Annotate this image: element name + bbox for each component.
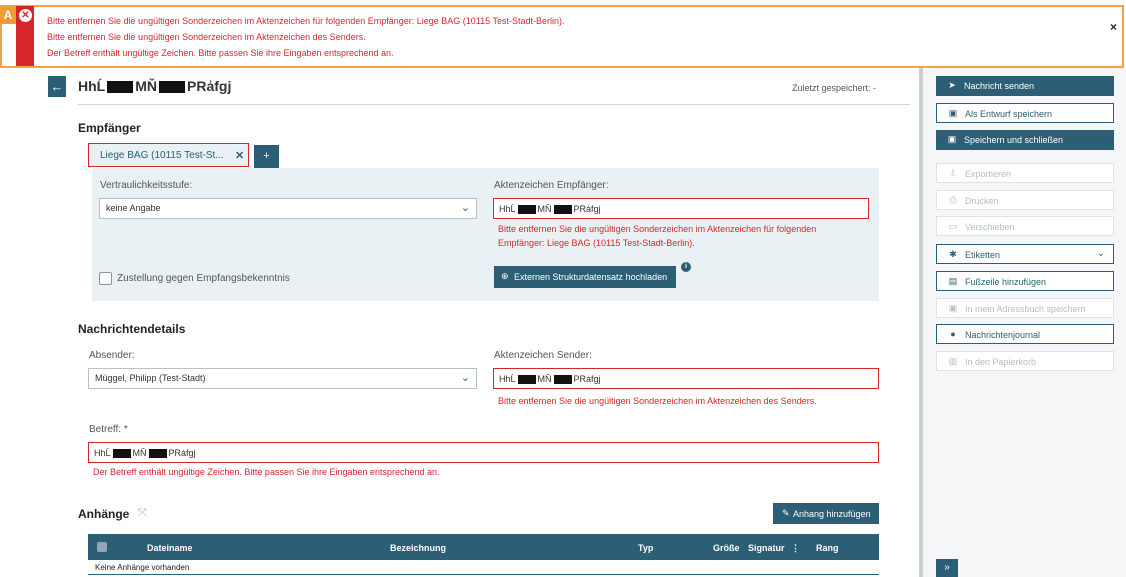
column-header[interactable]: Bezeichnung bbox=[390, 543, 446, 553]
paperclip-icon: ✎ bbox=[782, 508, 790, 518]
message-journal-button[interactable]: ● Nachrichtenjournal bbox=[936, 324, 1114, 344]
recipient-ref-label: Aktenzeichen Empfänger: bbox=[494, 180, 609, 191]
column-header[interactable]: Typ bbox=[638, 543, 653, 553]
expand-sidebar-button[interactable]: » bbox=[936, 559, 958, 577]
expand-arrows-icon[interactable]: ⤧ bbox=[138, 507, 147, 520]
tags-icon: ✱ bbox=[949, 249, 957, 259]
chevron-down-icon: ⌄ bbox=[460, 372, 470, 384]
confidentiality-select[interactable]: keine Angabe ⌄ bbox=[99, 198, 477, 219]
add-attachment-button[interactable]: ✎ Anhang hinzufügen bbox=[773, 503, 879, 524]
print-button[interactable]: ⎙ Drucken bbox=[936, 190, 1114, 210]
column-menu-icon[interactable]: ⋮ bbox=[791, 543, 800, 554]
delivery-receipt-label: Zustellung gegen Empfangsbekenntnis bbox=[117, 273, 290, 284]
attachments-table-header: Dateiname Bezeichnung Typ Größe Signatur… bbox=[88, 534, 879, 560]
banner-error-line: Bitte entfernen Sie die ungültigen Sonde… bbox=[47, 16, 565, 26]
attachments-heading: Anhänge bbox=[78, 507, 130, 521]
redaction-block bbox=[107, 81, 134, 94]
info-circle-icon: ● bbox=[950, 329, 956, 339]
redaction-block bbox=[553, 205, 572, 215]
recipient-ref-error: Empfänger: Liege BAG (10115 Test-Stadt-B… bbox=[498, 238, 695, 248]
recipient-tab-label: Liege BAG (10115 Test-St... bbox=[100, 150, 224, 161]
sender-select[interactable]: Müggel, Philipp (Test-Stadt) ⌄ bbox=[88, 368, 477, 389]
select-all-checkbox[interactable] bbox=[97, 542, 107, 552]
save-close-button[interactable]: ▣ Speichern und schließen bbox=[936, 130, 1114, 150]
redaction-block bbox=[517, 375, 536, 385]
labels-dropdown[interactable]: ✱ Etiketten ⌄ bbox=[936, 244, 1114, 264]
save-draft-button[interactable]: ▣ Als Entwurf speichern bbox=[936, 103, 1114, 123]
redaction-block bbox=[159, 81, 185, 94]
print-icon: ⎙ bbox=[949, 195, 957, 205]
arrow-left-icon: ← bbox=[50, 79, 64, 94]
save-addressbook-button[interactable]: ▣ In mein Adressbuch speichern bbox=[936, 298, 1114, 318]
redaction-block bbox=[112, 449, 131, 459]
banner-error-line: Der Betreff enthält ungültige Zeichen. B… bbox=[47, 48, 394, 58]
last-saved-label: Zuletzt gespeichert: - bbox=[792, 83, 877, 93]
move-button[interactable]: ▭ Verschieben bbox=[936, 216, 1114, 236]
save-close-icon: ▣ bbox=[947, 134, 957, 144]
column-header[interactable]: Dateiname bbox=[147, 543, 193, 553]
send-icon: ➤ bbox=[948, 80, 956, 90]
info-icon[interactable]: i bbox=[681, 262, 691, 272]
attachments-empty-row: Keine Anhänge vorhanden bbox=[88, 560, 879, 575]
redaction-block bbox=[517, 205, 536, 215]
upload-structured-data-button[interactable]: ⊕ Externen Strukturdatensatz hochladen bbox=[494, 266, 676, 288]
delivery-receipt-checkbox[interactable] bbox=[99, 272, 112, 285]
banner-close-button[interactable]: × bbox=[1110, 20, 1117, 34]
export-button[interactable]: ⇩ Exportieren bbox=[936, 163, 1114, 183]
redaction-block bbox=[148, 449, 167, 459]
redaction-block bbox=[553, 375, 572, 385]
sender-ref-error: Bitte entfernen Sie die ungültigen Sonde… bbox=[498, 396, 817, 406]
folder-icon: ▭ bbox=[948, 221, 958, 231]
recipient-ref-error: Bitte entfernen Sie die ungültigen Sonde… bbox=[498, 224, 817, 234]
annotation-marker: A bbox=[0, 6, 16, 24]
column-header[interactable]: Rang bbox=[816, 543, 839, 553]
sender-label: Absender: bbox=[89, 350, 135, 361]
plus-circle-icon: ⊕ bbox=[501, 271, 509, 281]
subject-input[interactable]: HhĹ MŇ PRẚfgj bbox=[88, 442, 879, 463]
add-footer-button[interactable]: ▤ Fußzeile hinzufügen bbox=[936, 271, 1114, 291]
confidentiality-label: Vertraulichkeitsstufe: bbox=[100, 180, 193, 191]
column-header[interactable]: Signatur bbox=[748, 543, 785, 553]
trash-button[interactable]: ▥ In den Papierkorb bbox=[936, 351, 1114, 371]
floppy-icon: ▣ bbox=[948, 108, 958, 118]
chevron-down-icon: ⌄ bbox=[460, 202, 470, 214]
document-icon: ▤ bbox=[948, 276, 958, 286]
recipient-ref-input[interactable]: HhĹ MŇ PRẚfgj bbox=[493, 198, 869, 219]
column-header[interactable]: Größe bbox=[713, 543, 740, 553]
details-heading: Nachrichtendetails bbox=[78, 322, 186, 336]
remove-recipient-icon[interactable]: ✕ bbox=[235, 149, 244, 162]
subject-error: Der Betreff enthält ungültige Zeichen. B… bbox=[93, 467, 440, 477]
subject-label: Betreff: * bbox=[89, 424, 128, 435]
send-message-button[interactable]: ➤ Nachricht senden bbox=[936, 76, 1114, 96]
trash-icon: ▥ bbox=[948, 356, 958, 366]
addressbook-icon: ▣ bbox=[948, 303, 958, 313]
add-recipient-button[interactable]: + bbox=[254, 145, 279, 168]
error-circle-icon: ✕ bbox=[19, 9, 32, 22]
title-divider bbox=[78, 104, 910, 105]
page-title: HhĹ MŇ PRẚfgj bbox=[78, 78, 232, 94]
recipients-heading: Empfänger bbox=[78, 121, 141, 135]
sender-ref-label: Aktenzeichen Sender: bbox=[494, 350, 592, 361]
back-button[interactable]: ← bbox=[48, 76, 66, 97]
banner-error-line: Bitte entfernen Sie die ungültigen Sonde… bbox=[47, 32, 366, 42]
export-icon: ⇩ bbox=[949, 168, 957, 178]
sender-ref-input[interactable]: HhĹ MŇ PRẚfgj bbox=[493, 368, 879, 389]
chevron-down-icon: ⌄ bbox=[1096, 248, 1105, 259]
